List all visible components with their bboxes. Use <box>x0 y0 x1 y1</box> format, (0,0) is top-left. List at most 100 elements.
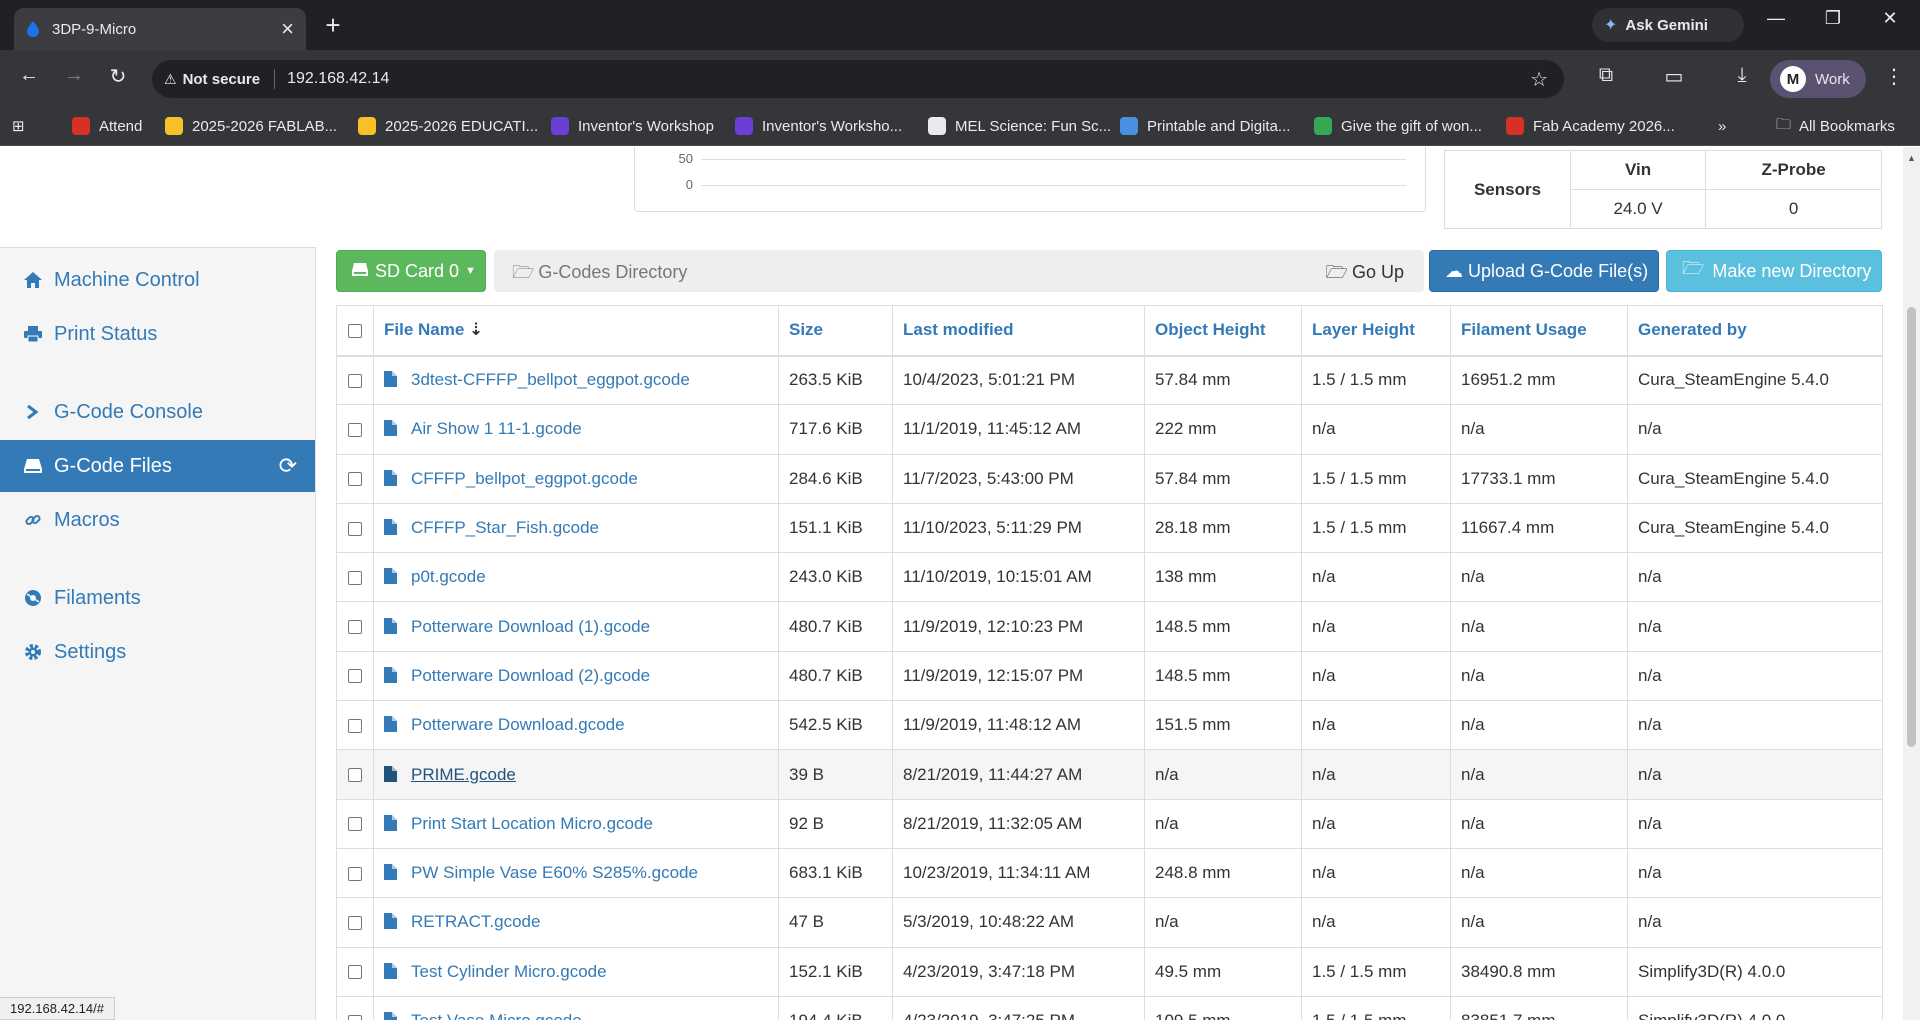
column-header-last-modified[interactable]: Last modified <box>892 305 1145 357</box>
table-row[interactable]: CFFFP_Star_Fish.gcode 151.1 KiB 11/10/2023… <box>336 502 1883 554</box>
row-checkbox[interactable] <box>348 1014 362 1020</box>
browser-tab[interactable]: 3DP-9-Micro × <box>14 8 306 50</box>
table-row[interactable]: PRIME.gcode 39 B 8/21/2019, 11:44:27 AM n/a… <box>336 749 1883 800</box>
window-close-icon[interactable]: ✕ <box>1870 8 1910 29</box>
bookmark-item[interactable]: 2025-2026 EDUCATI... <box>358 115 538 137</box>
sidebar-item-filaments[interactable]: Filaments <box>0 572 315 624</box>
address-bar[interactable]: ⚠ Not secure 192.168.42.14 ☆ <box>152 60 1564 98</box>
column-header-generated-by[interactable]: Generated by <box>1627 305 1883 357</box>
file-link[interactable]: RETRACT.gcode <box>411 912 540 931</box>
row-checkbox[interactable] <box>348 521 362 536</box>
file-link[interactable]: CFFFP_bellpot_eggpot.gcode <box>411 469 638 488</box>
bookmark-item[interactable]: Give the gift of won... <box>1314 115 1482 137</box>
table-row[interactable]: Print Start Location Micro.gcode 92 B 8/21… <box>336 798 1883 849</box>
directory-breadcrumb: 🗁 G-Codes Directory 🗁 Go Up <box>494 250 1424 292</box>
row-checkbox[interactable] <box>348 768 362 783</box>
file-link[interactable]: Test Cylinder Micro.gcode <box>411 962 607 981</box>
row-checkbox[interactable] <box>348 965 362 980</box>
table-row[interactable]: Test Vase Micro.gcode 194.4 KiB4/23/2019,… <box>336 995 1883 1020</box>
column-header-layer-height[interactable]: Layer Height <box>1301 305 1451 357</box>
forward-arrow-icon[interactable]: → <box>60 64 88 87</box>
go-up-button[interactable]: 🗁 Go Up <box>1326 260 1404 290</box>
object-height-cell: 248.8 mm <box>1144 847 1302 899</box>
sidebar-item-settings[interactable]: Settings <box>0 626 315 678</box>
column-header-object-height[interactable]: Object Height <box>1144 305 1302 357</box>
sidebar-item-machine-control[interactable]: Machine Control <box>0 254 315 306</box>
row-checkbox[interactable] <box>348 817 362 832</box>
security-label[interactable]: Not secure <box>183 71 261 88</box>
bookmark-item[interactable]: Inventor's Workshop <box>551 115 714 137</box>
table-row[interactable]: p0t.gcode 243.0 KiB 11/10/2019, 10:15:01 A… <box>336 552 1883 603</box>
column-header-file-name[interactable]: File Name ⇣ <box>373 305 779 357</box>
all-bookmarks-button[interactable]: 🗀 All Bookmarks <box>1776 115 1895 137</box>
table-row[interactable]: Air Show 1 11-1.gcode 717.6 KiB 11/1/2019,… <box>336 404 1883 455</box>
table-row[interactable]: Test Cylinder Micro.gcode 152.1 KiB 4/23/2… <box>336 946 1883 997</box>
filament-usage-cell: 16951.2 mm <box>1450 354 1628 406</box>
sidebar-item-gcode-files[interactable]: G-Code Files ⟳ <box>0 440 315 492</box>
table-row[interactable]: Potterware Download.gcode 542.5 KiB 11/9/2… <box>336 700 1883 751</box>
ask-gemini-button[interactable]: ✦ Ask Gemini <box>1592 8 1744 42</box>
file-link[interactable]: CFFFP_Star_Fish.gcode <box>411 518 599 537</box>
apps-grid-icon[interactable]: ⊞ <box>12 115 25 137</box>
row-checkbox[interactable] <box>348 915 362 930</box>
file-link[interactable]: Potterware Download (1).gcode <box>411 617 650 636</box>
table-row[interactable]: 3dtest-CFFFP_bellpot_eggpot.gcode 263.5 K… <box>336 354 1883 406</box>
row-checkbox[interactable] <box>348 620 362 635</box>
scrollbar-thumb[interactable] <box>1907 307 1916 747</box>
file-link[interactable]: Print Start Location Micro.gcode <box>411 814 653 833</box>
sidebar-item-gcode-console[interactable]: G-Code Console <box>0 386 315 438</box>
star-icon[interactable]: ☆ <box>1530 67 1548 92</box>
bookmark-item[interactable]: Inventor's Worksho... <box>735 115 902 137</box>
row-checkbox[interactable] <box>348 373 362 388</box>
bookmark-item[interactable]: Fab Academy 2026... <box>1506 115 1675 137</box>
minimize-icon[interactable]: — <box>1756 8 1796 29</box>
file-link[interactable]: 3dtest-CFFFP_bellpot_eggpot.gcode <box>411 370 690 389</box>
reload-icon[interactable]: ↻ <box>104 64 132 89</box>
file-link[interactable]: p0t.gcode <box>411 567 486 586</box>
new-tab-button[interactable]: + <box>318 10 348 41</box>
file-link[interactable]: Air Show 1 11-1.gcode <box>411 419 582 438</box>
column-header-size[interactable]: Size <box>778 305 893 357</box>
table-row[interactable]: Potterware Download (1).gcode 480.7 KiB 11… <box>336 601 1883 652</box>
menu-dots-icon[interactable]: ⋮ <box>1880 64 1908 89</box>
upload-gcode-button[interactable]: ☁ Upload G-Code File(s) <box>1429 250 1659 292</box>
back-arrow-icon[interactable]: ← <box>15 64 43 87</box>
table-row[interactable]: RETRACT.gcode 47 B 5/3/2019, 10:48:22 AM n/… <box>336 897 1883 948</box>
row-checkbox[interactable] <box>348 669 362 684</box>
select-all-checkbox[interactable] <box>348 323 362 338</box>
bookmark-item[interactable]: Printable and Digita... <box>1120 115 1290 137</box>
restore-icon[interactable]: ❐ <box>1813 8 1853 29</box>
file-link[interactable]: Potterware Download.gcode <box>411 715 625 734</box>
column-header-filament-usage[interactable]: Filament Usage <box>1450 305 1628 357</box>
profile-button[interactable]: M Work <box>1770 60 1866 98</box>
table-row[interactable]: PW Simple Vase E60% S285%.gcode 683.1 KiB… <box>336 847 1883 899</box>
make-directory-button[interactable]: 🗁 Make new Directory <box>1666 250 1882 292</box>
sort-icon[interactable]: ⇣ <box>469 320 483 339</box>
url-text[interactable]: 192.168.42.14 <box>287 70 389 88</box>
download-icon[interactable]: ⤓ <box>1728 64 1756 87</box>
bookmark-item[interactable]: Attend <box>72 115 142 137</box>
table-row[interactable]: Potterware Download (2).gcode 480.7 KiB 11… <box>336 650 1883 702</box>
scroll-up-icon[interactable]: ▲ <box>1907 153 1916 163</box>
bookmark-item[interactable]: MEL Science: Fun Sc... <box>928 115 1111 137</box>
row-checkbox[interactable] <box>348 718 362 733</box>
refresh-icon[interactable]: ⟳ <box>279 453 297 479</box>
sidebar-item-print-status[interactable]: Print Status <box>0 308 315 360</box>
sidebar-item-macros[interactable]: Macros <box>0 494 315 546</box>
table-row[interactable]: CFFFP_bellpot_eggpot.gcode 284.6 KiB 11/7/… <box>336 453 1883 504</box>
cast-icon[interactable]: ▭ <box>1660 64 1688 89</box>
bookmark-item[interactable]: 2025-2026 FABLAB... <box>165 115 337 137</box>
close-icon[interactable]: × <box>281 16 294 42</box>
file-link[interactable]: Test Vase Micro.gcode <box>411 1011 582 1020</box>
file-link[interactable]: PW Simple Vase E60% S285%.gcode <box>411 863 698 882</box>
row-checkbox[interactable] <box>348 866 362 881</box>
extensions-icon[interactable]: ⧉ <box>1592 64 1620 87</box>
page-scrollbar[interactable]: ▲ <box>1903 147 1920 1020</box>
file-link[interactable]: PRIME.gcode <box>411 765 516 784</box>
row-checkbox[interactable] <box>348 570 362 585</box>
sd-card-dropdown[interactable]: SD Card 0 ▼ <box>336 250 486 292</box>
more-bookmarks-icon[interactable]: » <box>1718 115 1726 137</box>
row-checkbox[interactable] <box>348 422 362 437</box>
row-checkbox[interactable] <box>348 472 362 487</box>
file-link[interactable]: Potterware Download (2).gcode <box>411 666 650 685</box>
